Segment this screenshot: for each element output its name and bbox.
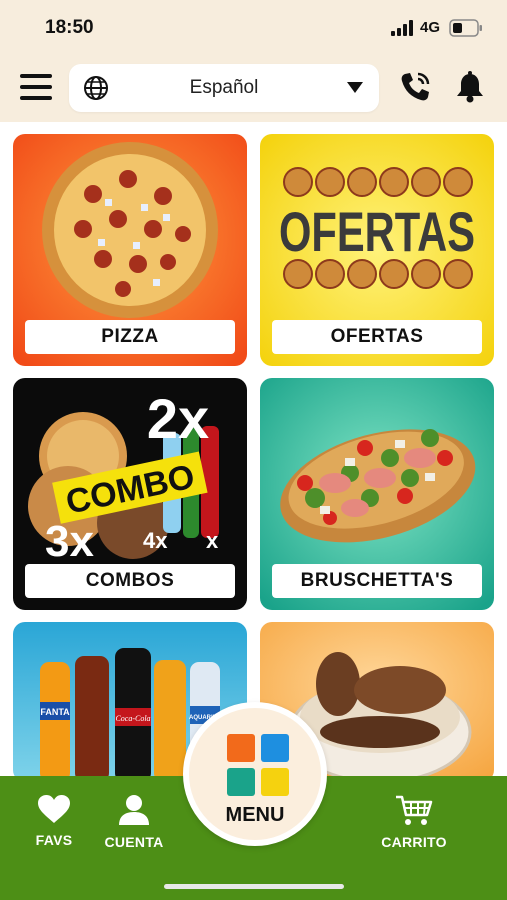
status-time: 18:50	[45, 17, 94, 38]
nav-favs[interactable]: FAVS	[14, 794, 94, 848]
bottle-label-cocacola: Coca-Cola	[115, 714, 150, 723]
heart-icon	[38, 795, 70, 823]
menu-button[interactable]: MENU	[183, 702, 327, 846]
category-grid: PIZZA OFERTAS OFERTAS 2x COMBO 3x 4x x C…	[0, 122, 507, 782]
language-value: Español	[189, 77, 259, 98]
combo-3x-text: 3x	[45, 517, 94, 566]
home-indicator	[164, 884, 344, 889]
bell-icon[interactable]	[455, 71, 485, 103]
tile-bruschettas[interactable]: BRUSCHETTA'S	[260, 378, 494, 610]
tile-combos[interactable]: 2x COMBO 3x 4x x COMBOS	[13, 378, 247, 610]
status-bar: 18:50 4G	[0, 0, 507, 56]
tile-label-pizza: PIZZA	[25, 320, 235, 354]
tile-label-combos: COMBOS	[25, 564, 235, 598]
combo-2x-text: 2x	[147, 387, 209, 450]
nav-label-favs: FAVS	[35, 832, 73, 848]
network-label: 4G	[420, 19, 441, 36]
globe-icon	[84, 76, 108, 100]
nav-carrito[interactable]: CARRITO	[374, 794, 454, 850]
user-icon	[119, 795, 149, 825]
app-header: Español	[0, 56, 507, 122]
menu-label: MENU	[225, 804, 285, 826]
nav-cuenta[interactable]: CUENTA	[94, 794, 174, 850]
tile-label-bruschettas: BRUSCHETTA'S	[272, 564, 482, 598]
tile-pizza[interactable]: PIZZA	[13, 134, 247, 366]
menu-grid-icon	[227, 734, 289, 796]
nav-label-carrito: CARRITO	[381, 834, 447, 850]
ofertas-art-text: OFERTAS	[279, 200, 475, 263]
combo-4x-text: 4x	[143, 528, 168, 553]
battery-icon	[449, 19, 482, 37]
tile-ofertas[interactable]: OFERTAS OFERTAS	[260, 134, 494, 366]
cart-icon	[396, 795, 433, 825]
phone-icon[interactable]	[398, 70, 432, 104]
language-select[interactable]: Español	[69, 64, 379, 112]
hamburger-menu-icon[interactable]	[20, 74, 52, 102]
chevron-down-icon	[347, 82, 363, 93]
tile-label-ofertas: OFERTAS	[272, 320, 482, 354]
signal-icon	[391, 20, 413, 36]
bottle-label-fanta: FANTA	[40, 707, 70, 717]
nav-label-cuenta: CUENTA	[104, 834, 164, 850]
combo-x-text: x	[206, 528, 219, 553]
